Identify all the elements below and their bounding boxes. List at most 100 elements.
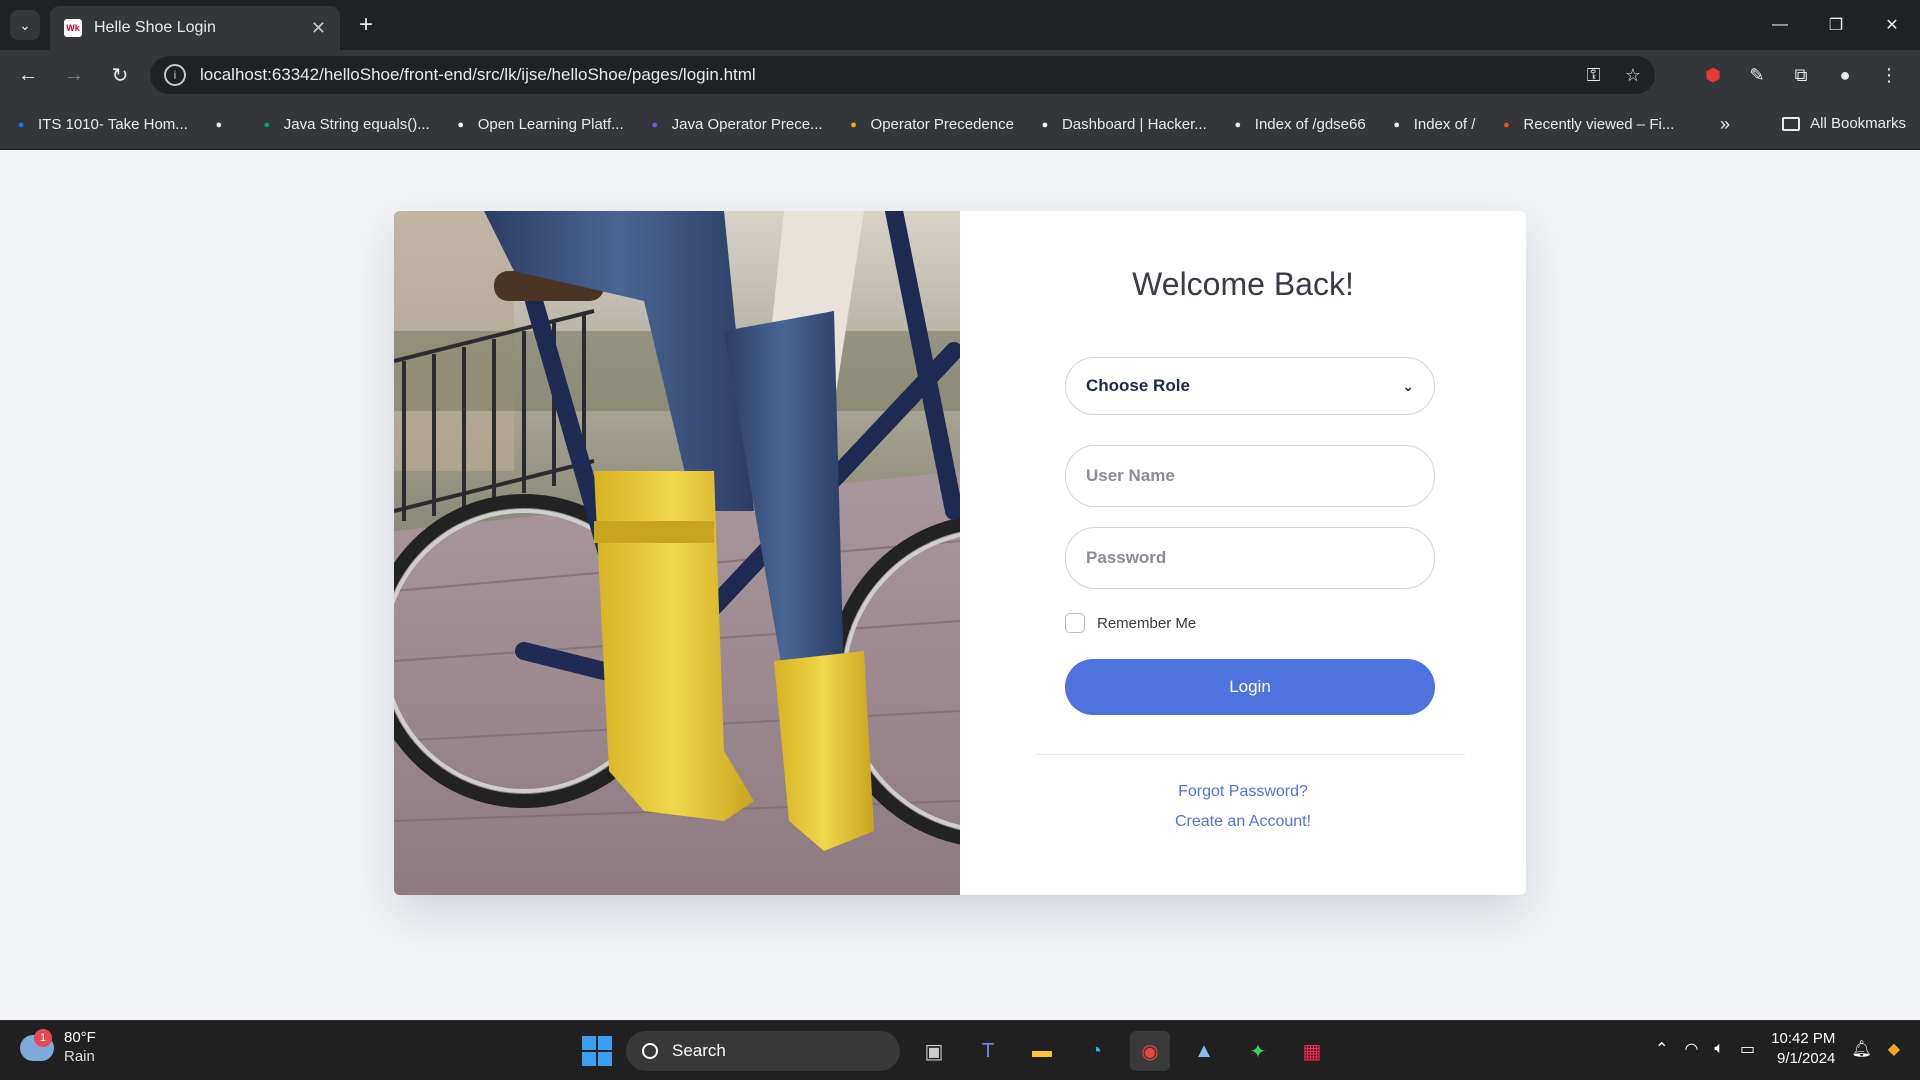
browser-menu-icon[interactable]: ⋮ xyxy=(1872,58,1906,92)
forgot-password-link[interactable]: Forgot Password? xyxy=(960,783,1526,801)
window-controls: — ❐ ✕ xyxy=(1752,0,1920,50)
browser-toolbar: ← → ↻ i localhost:63342/helloShoe/front-… xyxy=(0,50,1920,100)
chrome-icon[interactable]: ◉ xyxy=(1130,1031,1170,1071)
bookmark-item[interactable]: ● Recently viewed – Fi... xyxy=(1497,116,1674,134)
form-divider xyxy=(1035,754,1465,755)
tab-search-chevron-icon[interactable]: ⌄ xyxy=(10,10,40,40)
wifi-icon[interactable]: ◠ xyxy=(1684,1039,1698,1059)
password-placeholder: Password xyxy=(1086,548,1167,567)
bookmark-label: Index of /gdse66 xyxy=(1254,116,1366,133)
bolt-icon: ● xyxy=(651,118,658,131)
address-bar[interactable]: i localhost:63342/helloShoe/front-end/sr… xyxy=(150,56,1655,94)
extensions-area: ⬢ ✎ ⧉ ● ⋮ xyxy=(1696,58,1906,92)
remember-me-label: Remember Me xyxy=(1097,614,1197,632)
bookmark-item[interactable]: ● Open Learning Platf... xyxy=(452,116,624,134)
bookmark-item[interactable]: ● Dashboard | Hacker... xyxy=(1036,116,1207,134)
teams-icon[interactable]: T xyxy=(968,1031,1008,1071)
bookmark-item[interactable]: ● xyxy=(210,116,236,134)
login-card: Welcome Back! Choose Role ⌄ User Name Pa… xyxy=(394,211,1526,895)
back-arrow-icon[interactable]: ← xyxy=(10,57,46,93)
bookmark-item[interactable]: ● ITS 1010- Take Hom... xyxy=(12,116,188,134)
taskbar-apps: Search ▣ T ▬ ◔ ◉ ▲ ✦ ▦ xyxy=(582,1031,1332,1071)
close-tab-icon[interactable]: ✕ xyxy=(311,18,326,39)
store-app-icon[interactable]: ✦ xyxy=(1238,1031,1278,1071)
bookmark-item[interactable]: ● Java Operator Prece... xyxy=(646,116,823,134)
taskbar-search-label: Search xyxy=(672,1041,726,1060)
bookmark-label: Recently viewed – Fi... xyxy=(1523,116,1675,133)
bookmark-label: Open Learning Platf... xyxy=(477,116,624,133)
minimize-icon[interactable]: — xyxy=(1752,0,1808,50)
folder-icon xyxy=(1782,116,1801,131)
figma-icon: ● xyxy=(1503,118,1510,131)
browser-tab-strip: ⌄ Wk Helle Shoe Login ✕ + — ❐ ✕ xyxy=(0,0,1920,50)
intellij-icon[interactable]: ▦ xyxy=(1292,1031,1332,1071)
password-input[interactable]: Password xyxy=(1065,527,1435,589)
globe-icon: ● xyxy=(1393,118,1401,131)
create-account-link[interactable]: Create an Account! xyxy=(960,813,1526,831)
bookmark-star-icon[interactable]: ☆ xyxy=(1625,65,1641,85)
bookmark-item[interactable]: ● Operator Precedence xyxy=(845,116,1014,134)
github-icon: ● xyxy=(215,118,223,131)
edge-icon[interactable]: ◔ xyxy=(1076,1031,1116,1071)
chevron-down-icon: ⌄ xyxy=(1402,377,1414,394)
eyedropper-extension-icon[interactable]: ✎ xyxy=(1740,58,1774,92)
weather-badge: 1 xyxy=(34,1029,52,1047)
shield-icon: ● xyxy=(457,118,465,131)
reload-icon[interactable]: ↻ xyxy=(102,57,138,93)
address-url[interactable]: localhost:63342/helloShoe/front-end/src/… xyxy=(200,65,1567,85)
system-clock[interactable]: 10:42 PM 9/1/2024 xyxy=(1771,1029,1835,1069)
password-key-icon[interactable]: ⚿ xyxy=(1587,65,1601,85)
site-info-icon[interactable]: i xyxy=(164,64,186,86)
bookmarks-bar: ● ITS 1010- Take Hom... ● ● Java String equa… xyxy=(0,100,1920,150)
username-placeholder: User Name xyxy=(1086,466,1175,485)
show-hidden-icons-icon[interactable]: ⌃ xyxy=(1655,1039,1668,1059)
bookmark-item[interactable]: ● Java String equals()... xyxy=(258,116,430,134)
task-view-icon[interactable]: ▣ xyxy=(914,1031,954,1071)
bookmark-item[interactable]: ● Index of /gdse66 xyxy=(1229,116,1366,134)
bookmark-item[interactable]: ● Index of / xyxy=(1388,116,1476,134)
w3-icon: ● xyxy=(263,118,271,131)
hackerrank-icon: ● xyxy=(1041,118,1049,131)
bookmark-label: Java Operator Prece... xyxy=(671,116,823,133)
clock-time: 10:42 PM xyxy=(1771,1030,1836,1047)
bookmark-label: ITS 1010- Take Hom... xyxy=(38,116,188,133)
notification-bell-icon[interactable]: 🔔︎ xyxy=(1851,1039,1871,1059)
weather-condition: Rain xyxy=(64,1048,95,1065)
bookmark-label: Java String equals()... xyxy=(283,116,430,133)
adblock-extension-icon[interactable]: ⬢ xyxy=(1696,58,1730,92)
file-explorer-icon[interactable]: ▬ xyxy=(1022,1031,1062,1071)
copilot-icon[interactable]: ◆ xyxy=(1888,1039,1900,1059)
forward-arrow-icon[interactable]: → xyxy=(56,57,92,93)
taskbar-search[interactable]: Search xyxy=(626,1031,900,1071)
role-select[interactable]: Choose Role ⌄ xyxy=(1065,357,1435,415)
welcome-heading: Welcome Back! xyxy=(1132,266,1354,302)
more-bookmarks-icon[interactable]: » xyxy=(1720,114,1730,135)
page-viewport: Welcome Back! Choose Role ⌄ User Name Pa… xyxy=(0,151,1920,1020)
bookmark-label: Index of / xyxy=(1413,116,1476,133)
username-input[interactable]: User Name xyxy=(1065,445,1435,507)
volume-icon[interactable]: 🔈︎ xyxy=(1714,1040,1724,1058)
rain-cloud-icon: 1 xyxy=(20,1029,54,1061)
all-bookmarks-button[interactable]: All Bookmarks xyxy=(1782,115,1906,132)
close-window-icon[interactable]: ✕ xyxy=(1864,0,1920,50)
battery-icon[interactable]: ▭ xyxy=(1740,1039,1755,1059)
bookmark-label: Dashboard | Hacker... xyxy=(1061,116,1207,133)
photos-icon[interactable]: ▲ xyxy=(1184,1031,1224,1071)
remember-me-checkbox[interactable] xyxy=(1065,613,1085,633)
photo-illustration xyxy=(394,211,960,895)
new-tab-icon[interactable]: + xyxy=(352,12,380,40)
globe-icon: ● xyxy=(1234,118,1242,131)
windows-start-icon[interactable] xyxy=(582,1036,612,1066)
extensions-puzzle-icon[interactable]: ⧉ xyxy=(1784,58,1818,92)
weather-widget[interactable]: 1 80°F Rain xyxy=(20,1029,96,1067)
search-icon xyxy=(642,1043,658,1059)
remember-me[interactable]: Remember Me xyxy=(1065,613,1196,633)
browser-tab-active[interactable]: Wk Helle Shoe Login ✕ xyxy=(50,6,340,50)
profile-avatar-icon[interactable]: ● xyxy=(1828,58,1862,92)
bee-icon: ● xyxy=(850,118,857,131)
yellow-boots-bicycle-photo xyxy=(394,211,960,895)
login-form: Welcome Back! Choose Role ⌄ User Name Pa… xyxy=(960,211,1526,895)
restore-icon[interactable]: ❐ xyxy=(1808,0,1864,50)
login-button[interactable]: Login xyxy=(1065,659,1435,715)
bookmark-label: Operator Precedence xyxy=(870,116,1014,133)
